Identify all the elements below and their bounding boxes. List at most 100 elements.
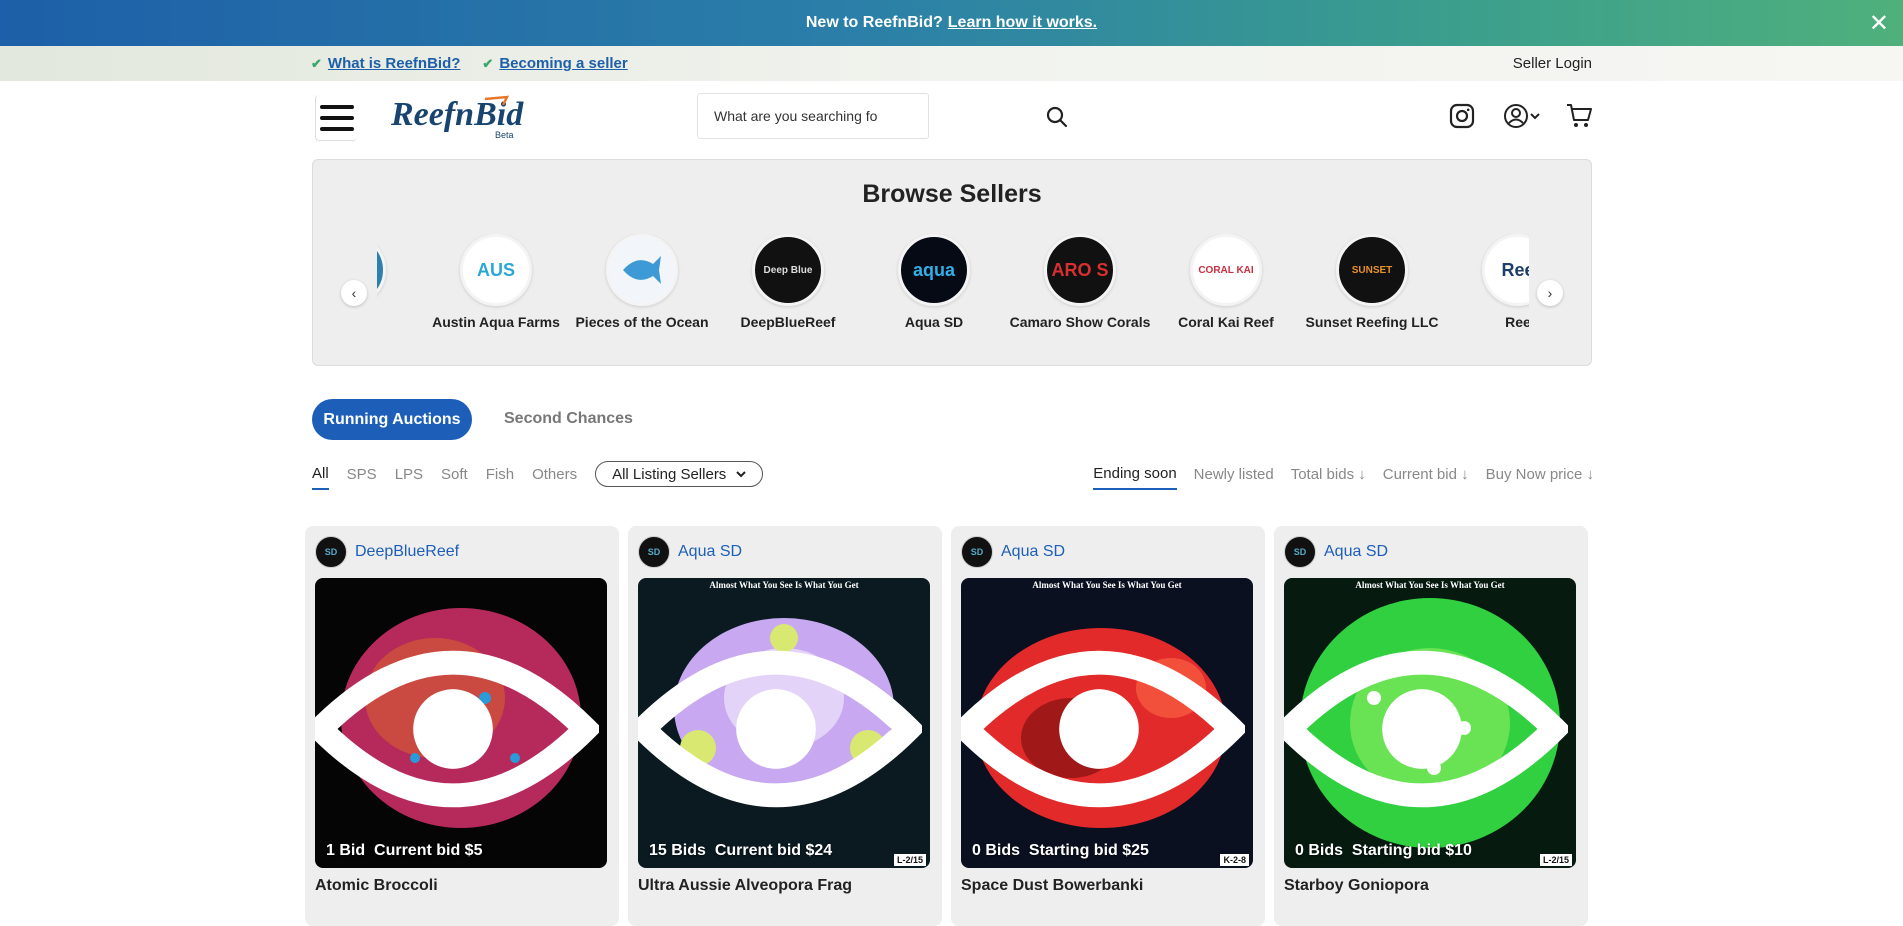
- fish-icon: [623, 256, 661, 284]
- filter-others[interactable]: Others: [532, 460, 577, 489]
- seller-avatar: CORAL KAI: [1190, 234, 1262, 306]
- tab-second-chances[interactable]: Second Chances: [504, 410, 633, 428]
- what-is-reefnbid-link[interactable]: ✔ What is ReefnBid?: [311, 55, 460, 72]
- seller-avatar[interactable]: SD: [961, 536, 993, 568]
- seller-carousel-item[interactable]: CORAL KAI Coral Kai Reef: [1153, 234, 1299, 330]
- filter-sps[interactable]: SPS: [347, 460, 377, 489]
- bid-info: 15 Bids Current bid $24: [649, 842, 833, 859]
- bid-info: 0 Bids Starting bid $10: [1295, 842, 1472, 859]
- carousel-next-icon[interactable]: ›: [1537, 280, 1563, 306]
- watch-eye-icon[interactable]: [961, 584, 1245, 868]
- seller-carousel-item[interactable]: Ree Ree: [1445, 234, 1529, 330]
- reefnbid-logo[interactable]: ReefnBid Beta: [389, 91, 524, 141]
- seller-carousel-item[interactable]: Pieces of the Ocean: [569, 234, 715, 330]
- seller-avatar: [606, 234, 678, 306]
- sort-ending-soon[interactable]: Ending soon: [1093, 459, 1177, 490]
- filter-soft[interactable]: Soft: [441, 460, 468, 489]
- seller-carousel-item[interactable]: Deep Blue DeepBlueReef: [715, 234, 861, 330]
- card-title[interactable]: Atomic Broccoli: [315, 877, 438, 895]
- auction-card[interactable]: SD Aqua SD Almost What You See Is What You…: [628, 526, 942, 926]
- seller-name: Aqua SD: [904, 314, 964, 330]
- cart-icon[interactable]: [1565, 101, 1593, 129]
- instagram-icon[interactable]: [1449, 103, 1475, 129]
- seller-carousel-item[interactable]: SUNSET Sunset Reefing LLC: [1299, 234, 1445, 330]
- card-seller-name[interactable]: Aqua SD: [678, 543, 742, 561]
- seller-avatar: SUNSET: [1336, 234, 1408, 306]
- seller-name: Sunset Reefing LLC: [1305, 314, 1439, 330]
- browse-sellers-section: Browse Sellers ‹ › Reefs fs of NJ AUS Austi…: [312, 159, 1592, 366]
- seller-name: DeepBlueReef: [740, 314, 836, 330]
- sort-buy-now-price[interactable]: Buy Now price ↓: [1486, 460, 1594, 489]
- watch-eye-icon[interactable]: [1284, 584, 1568, 868]
- sort-total-bids[interactable]: Total bids ↓: [1291, 460, 1366, 489]
- site-header: ReefnBid Beta: [311, 81, 1592, 159]
- announcement-banner: New to ReefnBid? Learn how it works. ✕: [0, 0, 1903, 46]
- seller-avatar: ARO S: [1044, 234, 1116, 306]
- card-seller-name[interactable]: Aqua SD: [1324, 543, 1388, 561]
- card-seller-name[interactable]: Aqua SD: [1001, 543, 1065, 561]
- seller-carousel-item[interactable]: Reefs fs of NJ: [377, 234, 423, 330]
- tab-running-auctions[interactable]: Running Auctions: [312, 399, 472, 440]
- auction-card[interactable]: SD DeepBlueReef 1 Bid Current bid $5 Atomic…: [305, 526, 619, 926]
- seller-carousel-item[interactable]: AUS Austin Aqua Farms: [423, 234, 569, 330]
- seller-avatar: Reefs: [377, 234, 386, 306]
- seller-name: Austin Aqua Farms: [432, 314, 560, 330]
- filter-fish[interactable]: Fish: [486, 460, 514, 489]
- sort-options: Ending soon Newly listed Total bids ↓ Cu…: [1093, 459, 1594, 490]
- seller-avatar: Ree: [1482, 234, 1529, 306]
- seller-avatar: AUS: [460, 234, 532, 306]
- banner-text: New to ReefnBid?: [805, 14, 943, 31]
- card-title[interactable]: Space Dust Bowerbanki: [961, 877, 1143, 895]
- seller-carousel-item[interactable]: aqua Aqua SD: [861, 234, 1007, 330]
- seller-name: Camaro Show Corals: [1009, 314, 1151, 330]
- seller-name: Pieces of the Ocean: [575, 314, 709, 330]
- seller-name: Ree: [1505, 314, 1529, 330]
- watch-eye-icon[interactable]: [638, 584, 922, 868]
- frag-tag-label: K-2-8: [1220, 854, 1249, 866]
- arrow-down-icon: ↓: [1586, 465, 1595, 483]
- watch-eye-icon[interactable]: [315, 584, 599, 868]
- auction-card[interactable]: SD Aqua SD Almost What You See Is What You…: [1274, 526, 1588, 926]
- coral-photo[interactable]: Almost What You See Is What You Get 0 Bid…: [1284, 578, 1576, 868]
- seller-login-link[interactable]: Seller Login: [1513, 55, 1592, 72]
- sellers-carousel: Reefs fs of NJ AUS Austin Aqua Farms Pieces …: [377, 234, 1529, 344]
- seller-name: fs of NJ: [377, 314, 423, 330]
- chevron-down-icon: [736, 471, 747, 478]
- learn-how-link[interactable]: Learn how it works.: [948, 14, 1097, 32]
- seller-avatar[interactable]: SD: [1284, 536, 1316, 568]
- seller-avatar: Deep Blue: [752, 234, 824, 306]
- carousel-prev-icon[interactable]: ‹: [341, 280, 367, 306]
- filter-lps[interactable]: LPS: [395, 460, 423, 489]
- card-seller-name[interactable]: DeepBlueReef: [355, 543, 459, 561]
- seller-avatar[interactable]: SD: [315, 536, 347, 568]
- coral-photo[interactable]: Almost What You See Is What You Get 15 Bi…: [638, 578, 930, 868]
- info-bar: ✔ What is ReefnBid? ✔ Becoming a seller …: [0, 46, 1903, 81]
- bid-info: 0 Bids Starting bid $25: [972, 842, 1149, 859]
- category-filters: All SPS LPS Soft Fish Others All Listing…: [312, 459, 764, 490]
- card-title[interactable]: Starboy Goniopora: [1284, 877, 1429, 895]
- sort-current-bid[interactable]: Current bid ↓: [1383, 460, 1469, 489]
- close-banner-icon[interactable]: ✕: [1869, 9, 1889, 38]
- coral-photo[interactable]: Almost What You See Is What You Get 0 Bid…: [961, 578, 1253, 868]
- seller-avatar: aqua: [898, 234, 970, 306]
- frag-tag-label: L-2/15: [893, 854, 926, 866]
- search-input[interactable]: [697, 93, 929, 139]
- becoming-seller-link[interactable]: ✔ Becoming a seller: [482, 55, 627, 72]
- filter-all[interactable]: All: [312, 459, 329, 490]
- seller-carousel-item[interactable]: ARO S Camaro Show Corals: [1007, 234, 1153, 330]
- seller-name: Coral Kai Reef: [1178, 314, 1274, 330]
- coral-photo[interactable]: 1 Bid Current bid $5: [315, 578, 607, 868]
- arrow-down-icon: ↓: [1461, 465, 1469, 483]
- check-icon: ✔: [311, 55, 322, 71]
- seller-avatar[interactable]: SD: [638, 536, 670, 568]
- search-icon[interactable]: [1045, 105, 1069, 129]
- account-icon[interactable]: [1503, 102, 1545, 130]
- auction-card[interactable]: SD Aqua SD Almost What You See Is What You…: [951, 526, 1265, 926]
- hamburger-menu-icon[interactable]: [315, 95, 357, 141]
- sort-newly-listed[interactable]: Newly listed: [1194, 460, 1274, 489]
- listing-sellers-dropdown[interactable]: All Listing Sellers: [595, 461, 764, 487]
- card-title[interactable]: Ultra Aussie Alveopora Frag: [638, 877, 852, 895]
- arrow-down-icon: ↓: [1358, 465, 1366, 483]
- browse-sellers-title: Browse Sellers: [862, 180, 1042, 208]
- bid-info: 1 Bid Current bid $5: [326, 842, 483, 859]
